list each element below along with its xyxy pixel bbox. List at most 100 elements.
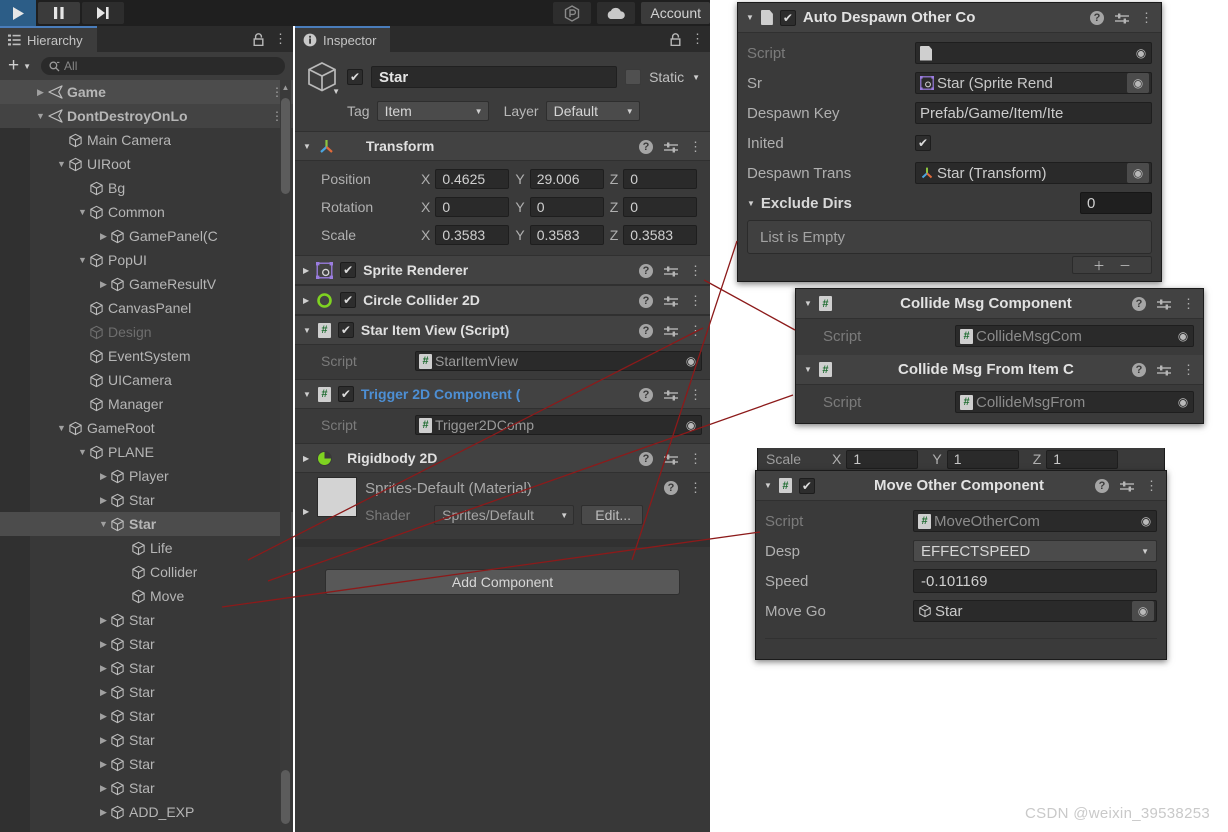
add-icon[interactable]: ＋: [1093, 257, 1105, 274]
foldout-triangle-icon[interactable]: ▼: [804, 365, 812, 374]
inited-checkbox[interactable]: ✔: [915, 135, 931, 151]
exclude-dirs-size-input[interactable]: 0: [1080, 192, 1152, 214]
gameobject-enabled-checkbox[interactable]: ✔: [347, 69, 363, 85]
component-enabled-checkbox[interactable]: ✔: [798, 477, 815, 494]
foldout-triangle-icon[interactable]: ▼: [303, 390, 311, 399]
foldout-triangle-icon[interactable]: ▼: [747, 199, 755, 208]
object-picker-icon[interactable]: ◉: [683, 416, 699, 434]
peek-scale-y[interactable]: 1: [946, 449, 1019, 469]
kebab-menu-icon[interactable]: ⋮: [1182, 362, 1195, 378]
hierarchy-item-canvaspanel[interactable]: CanvasPanel: [0, 296, 293, 320]
component-header-sprite-renderer[interactable]: ▶ ✔ Sprite Renderer? ⋮: [295, 255, 710, 285]
foldout-triangle-icon[interactable]: ▼: [55, 159, 68, 169]
hierarchy-item-star[interactable]: ▶ Star: [0, 704, 293, 728]
tag-dropdown[interactable]: Item ▼: [376, 101, 489, 121]
foldout-triangle-icon[interactable]: ▼: [746, 13, 754, 22]
speed-input[interactable]: -0.101169: [913, 569, 1157, 593]
create-dropdown-caret-icon[interactable]: ▼: [23, 62, 31, 71]
hierarchy-item-main-camera[interactable]: Main Camera: [0, 128, 293, 152]
hierarchy-item-gameroot[interactable]: ▼ GameRoot: [0, 416, 293, 440]
hierarchy-scroll-thumb-lower[interactable]: [281, 770, 290, 824]
hierarchy-item-design[interactable]: Design: [0, 320, 293, 344]
floating-window-move-other[interactable]: ▼ # ✔ Move Other Component ? ⋮ Script #: [755, 470, 1167, 660]
script-object-field[interactable]: # Trigger2DComp ◉: [415, 415, 702, 435]
hierarchy-item-star[interactable]: ▶ Star: [0, 608, 293, 632]
kebab-menu-icon[interactable]: ⋮: [1182, 296, 1195, 312]
shader-edit-button[interactable]: Edit...: [581, 505, 644, 525]
desp-dropdown[interactable]: EFFECTSPEED ▼: [913, 540, 1157, 562]
list-add-remove-buttons[interactable]: ＋－: [1072, 256, 1152, 274]
component-enabled-checkbox[interactable]: ✔: [337, 386, 354, 402]
component-header-star-item-view-script[interactable]: ▼ # ✔ Star Item View (Script)? ⋮: [295, 315, 710, 345]
floating-window-auto-despawn[interactable]: ▼ ✔ Auto Despawn Other Co ? ⋮ Script ◉ S…: [737, 2, 1162, 282]
hierarchy-item-star[interactable]: ▶ Star: [0, 728, 293, 752]
presets-icon[interactable]: [664, 325, 678, 338]
position-z-input[interactable]: 0: [623, 169, 698, 189]
chevron-down-icon[interactable]: ▼: [332, 87, 340, 96]
script-object-field[interactable]: # CollideMsgCom ◉: [955, 325, 1194, 347]
kebab-menu-icon[interactable]: ⋮: [1140, 10, 1153, 26]
object-picker-icon[interactable]: ◉: [1127, 73, 1149, 93]
foldout-triangle-icon[interactable]: ▶: [97, 615, 110, 626]
move-go-object-field[interactable]: Star ◉: [913, 600, 1157, 622]
kebab-menu-icon[interactable]: ⋮: [689, 323, 702, 339]
help-icon[interactable]: ?: [1095, 479, 1109, 493]
foldout-triangle-icon[interactable]: ▶: [303, 266, 309, 275]
kebab-menu-icon[interactable]: ⋮: [689, 387, 702, 403]
help-icon[interactable]: ?: [1090, 11, 1104, 25]
kebab-menu-icon[interactable]: ⋮: [689, 139, 702, 155]
presets-icon[interactable]: [664, 295, 678, 308]
collab-button[interactable]: [553, 2, 592, 24]
account-button[interactable]: Account: [641, 2, 710, 24]
kebab-menu-icon[interactable]: ⋮: [1145, 478, 1158, 494]
foldout-triangle-icon[interactable]: ▶: [97, 711, 110, 722]
scale-x-input[interactable]: 0.3583: [435, 225, 510, 245]
help-icon[interactable]: ?: [639, 452, 653, 466]
hierarchy-scroll-thumb[interactable]: [281, 98, 290, 194]
position-x-input[interactable]: 0.4625: [435, 169, 510, 189]
script-object-field[interactable]: # StarItemView ◉: [415, 351, 702, 371]
rotation-x-input[interactable]: 0: [435, 197, 510, 217]
help-icon[interactable]: ?: [639, 140, 653, 154]
object-picker-icon[interactable]: ◉: [1175, 327, 1191, 345]
hierarchy-item-star[interactable]: ▶ Star: [0, 632, 293, 656]
hierarchy-item-uiroot[interactable]: ▼ UIRoot: [0, 152, 293, 176]
rotation-y-input[interactable]: 0: [529, 197, 604, 217]
foldout-triangle-icon[interactable]: ▶: [97, 663, 110, 674]
help-icon[interactable]: ?: [639, 324, 653, 338]
presets-icon[interactable]: [1115, 12, 1129, 25]
kebab-menu-icon[interactable]: ⋮: [689, 480, 702, 496]
despawn-trans-object-field[interactable]: Star (Transform) ◉: [915, 162, 1152, 184]
object-picker-icon[interactable]: ◉: [1175, 393, 1191, 411]
hierarchy-item-star[interactable]: ▶ Star: [0, 680, 293, 704]
help-icon[interactable]: ?: [1132, 363, 1146, 377]
remove-icon[interactable]: －: [1119, 257, 1131, 274]
help-icon[interactable]: ?: [639, 388, 653, 402]
hierarchy-item-dontdestroyonlo[interactable]: ▼ DontDestroyOnLo ⋮: [0, 104, 293, 128]
hierarchy-item-bg[interactable]: Bg: [0, 176, 293, 200]
help-icon[interactable]: ?: [664, 481, 678, 495]
foldout-triangle-icon[interactable]: ▶: [97, 807, 110, 818]
component-header-rigidbody-2d[interactable]: ▶ Rigidbody 2D? ⋮: [295, 443, 710, 473]
kebab-menu-icon[interactable]: ⋮: [691, 31, 704, 47]
component-enabled-checkbox[interactable]: ✔: [337, 322, 354, 338]
hierarchy-item-star[interactable]: ▶ Star: [0, 752, 293, 776]
component-header-collide-msg-from-item[interactable]: ▼ # Collide Msg From Item C ? ⋮: [796, 355, 1203, 385]
add-component-button[interactable]: Add Component: [325, 569, 680, 595]
kebab-menu-icon[interactable]: ⋮: [274, 31, 287, 47]
hierarchy-item-gamepanel-c[interactable]: ▶ GamePanel(C: [0, 224, 293, 248]
scale-z-input[interactable]: 0.3583: [623, 225, 698, 245]
hierarchy-item-star[interactable]: ▶ Star: [0, 488, 293, 512]
object-picker-icon[interactable]: ◉: [683, 352, 699, 370]
foldout-triangle-icon[interactable]: ▼: [804, 299, 812, 308]
kebab-menu-icon[interactable]: ⋮: [689, 263, 702, 279]
object-picker-icon[interactable]: ◉: [1127, 163, 1149, 183]
component-enabled-checkbox[interactable]: ✔: [340, 292, 357, 308]
foldout-triangle-icon[interactable]: ▶: [97, 687, 110, 698]
static-dropdown-caret-icon[interactable]: ▼: [692, 73, 700, 82]
hierarchy-item-life[interactable]: Life: [0, 536, 293, 560]
gameobject-icon[interactable]: ▼: [305, 60, 340, 96]
scroll-up-arrow-icon[interactable]: ▲: [280, 81, 291, 94]
object-picker-icon[interactable]: ◉: [1133, 44, 1149, 62]
foldout-triangle-icon[interactable]: ▶: [303, 454, 309, 463]
